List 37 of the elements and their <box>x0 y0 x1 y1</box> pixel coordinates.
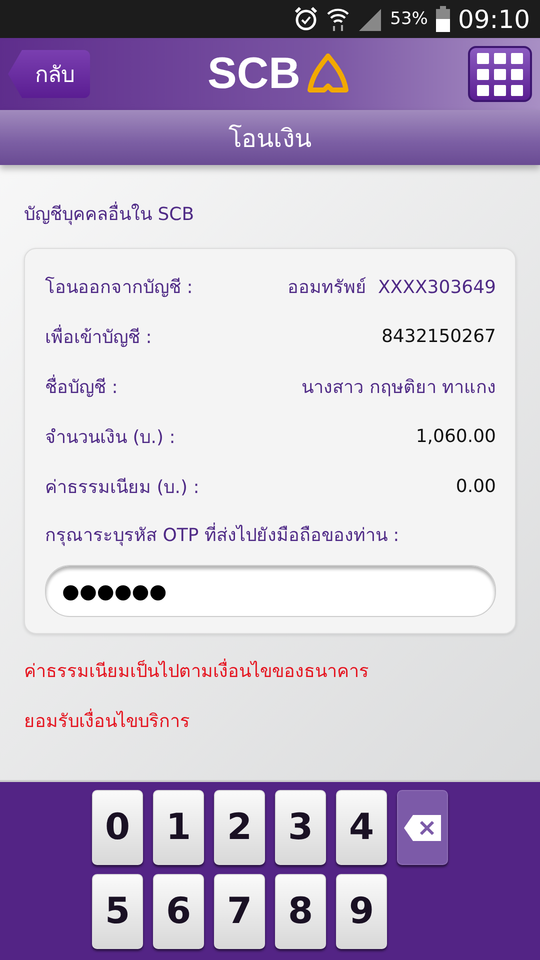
digit-key[interactable]: 5 <box>92 874 143 949</box>
otp-label: กรุณาระบุรหัส OTP ที่ส่งไปยังมือถือของท่าน : <box>45 522 400 548</box>
menu-button[interactable] <box>468 46 532 102</box>
logo-text: SCB <box>208 49 300 99</box>
digit-key[interactable]: 3 <box>275 790 326 865</box>
digit-key[interactable]: 8 <box>275 874 326 949</box>
digit-key[interactable]: 6 <box>153 874 204 949</box>
detail-value: นางสาว กฤษติยา ทาแกง <box>302 376 496 400</box>
clock-time: 09:10 <box>458 4 530 34</box>
detail-label: จำนวนเงิน (บ.) : <box>45 426 176 450</box>
digit-key[interactable]: 2 <box>214 790 265 865</box>
digit-key[interactable]: 4 <box>336 790 387 865</box>
page-title: โอนเงิน <box>0 110 540 165</box>
battery-icon <box>436 6 450 32</box>
detail-value: ออมทรัพย์ XXXX303649 <box>288 276 496 300</box>
back-button[interactable]: กลับ <box>8 50 90 98</box>
backspace-key[interactable] <box>397 790 448 865</box>
digit-key[interactable]: 1 <box>153 790 204 865</box>
signal-icon <box>358 7 382 31</box>
wifi-icon <box>326 6 350 32</box>
battery-percent: 53% <box>390 9 428 29</box>
notice-link[interactable]: ยอมรับเงื่อนไขบริการ <box>24 706 516 734</box>
notice-link[interactable]: ค่าธรรมเนียมเป็นไปตามเงื่อนไขของธนาคาร <box>24 656 516 684</box>
detail-value: 1,060.00 <box>416 426 496 446</box>
detail-value: 0.00 <box>456 476 496 496</box>
digit-key[interactable]: 9 <box>336 874 387 949</box>
alarm-icon <box>294 6 318 32</box>
detail-label: ชื่อบัญชี : <box>45 374 118 400</box>
backspace-icon <box>402 814 442 842</box>
detail-label: โอนออกจากบัญชี : <box>45 276 193 300</box>
digit-key[interactable]: 0 <box>92 790 143 865</box>
otp-input[interactable]: ●●●●●● <box>45 565 496 617</box>
digit-key[interactable]: 7 <box>214 874 265 949</box>
detail-label: เพื่อเข้าบัญชี : <box>45 324 152 350</box>
detail-label: ค่าธรรมเนียม (บ.) : <box>45 476 200 500</box>
section-label: บัญชีบุคคลอื่นใน SCB <box>24 199 516 228</box>
detail-value: 8432150267 <box>381 326 496 346</box>
